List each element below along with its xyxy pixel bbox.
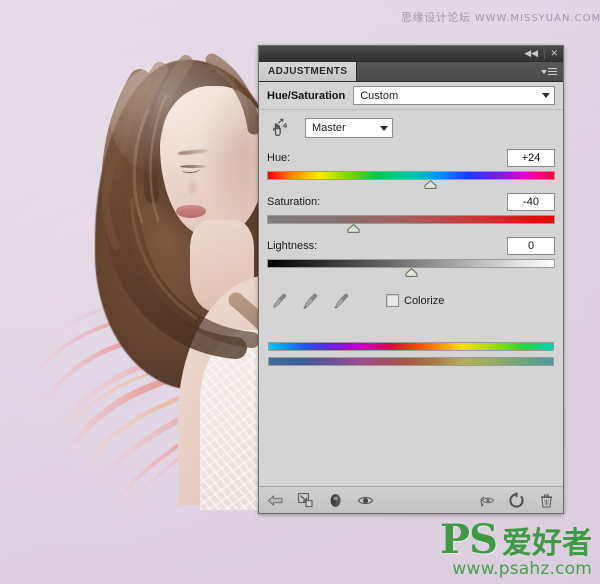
collapse-icon[interactable]: ◀◀ <box>524 49 538 58</box>
on-image-adjustment-tool-icon[interactable] <box>269 118 289 138</box>
spectrum-bars <box>268 342 554 366</box>
eye-arrow-icon[interactable] <box>478 492 495 509</box>
slider-saturation-thumb[interactable] <box>347 224 360 233</box>
watermark-cn-text: 思缘设计论坛 <box>401 11 471 24</box>
panel-footer <box>259 486 563 513</box>
chevron-down-icon <box>542 93 550 98</box>
slider-saturation-head: Saturation: -40 <box>267 193 555 211</box>
titlebar-separator: | <box>543 48 546 59</box>
back-arrow-icon[interactable] <box>267 492 284 509</box>
eyedropper-subtract-icon[interactable] <box>333 292 350 309</box>
slider-lightness-head: Lightness: 0 <box>267 237 555 255</box>
hamburger-icon <box>548 67 557 76</box>
slider-hue-thumb[interactable] <box>424 180 437 189</box>
colorize-checkbox[interactable] <box>386 294 399 307</box>
channel-select[interactable]: Master <box>305 118 393 138</box>
tabbar-empty-area <box>357 62 563 81</box>
reset-circle-icon[interactable] <box>508 492 525 509</box>
chevron-down-icon <box>541 69 547 74</box>
slider-lightness-value[interactable]: 0 <box>507 237 555 255</box>
channel-select-value: Master <box>312 122 346 134</box>
slider-lightness: Lightness: 0 <box>267 237 555 277</box>
site-logo-bottom: PS 爱好者 www.psahz.com <box>440 520 592 578</box>
panel-menu-icon[interactable] <box>541 67 557 76</box>
slider-hue-label: Hue: <box>267 152 291 164</box>
watermark-en-text: WWW.MISSYUAN.COM <box>474 13 600 24</box>
slider-saturation-track[interactable] <box>267 215 555 224</box>
eyedropper-sample-icon[interactable] <box>271 292 288 309</box>
slider-hue: Hue: +24 <box>267 149 555 189</box>
panel-footer-left <box>267 492 374 509</box>
slider-lightness-track[interactable] <box>267 259 555 268</box>
adjustments-panel: ◀◀ | ✕ ADJUSTMENTS Hue/Saturation Custom <box>258 45 564 514</box>
logo-url-text: www.psahz.com <box>452 559 592 579</box>
slider-hue-track-wrap[interactable] <box>267 171 555 189</box>
trash-icon[interactable] <box>538 492 555 509</box>
tab-adjustments-label: ADJUSTMENTS <box>268 66 348 77</box>
logo-line: PS 爱好者 <box>440 520 592 560</box>
output-color-spectrum-bar <box>268 357 554 366</box>
slider-saturation-value[interactable]: -40 <box>507 193 555 211</box>
adjustment-name-label: Hue/Saturation <box>267 89 346 102</box>
tool-row: Master <box>267 110 555 144</box>
logo-cn-text: 爱好者 <box>502 526 592 561</box>
preset-select[interactable]: Custom <box>353 86 555 105</box>
slider-lightness-label: Lightness: <box>267 240 318 252</box>
input-color-spectrum-bar <box>268 342 554 351</box>
slider-saturation-track-wrap[interactable] <box>267 215 555 233</box>
panel-titlebar: ◀◀ | ✕ <box>259 46 563 62</box>
clip-to-layer-icon[interactable] <box>297 492 314 509</box>
slider-lightness-track-wrap[interactable] <box>267 259 555 277</box>
slider-hue-track[interactable] <box>267 171 555 180</box>
colorize-label: Colorize <box>404 294 445 307</box>
slider-hue-head: Hue: +24 <box>267 149 555 167</box>
panel-body: Hue/Saturation Custom Master Hue: +24 Sa… <box>259 82 563 309</box>
slider-hue-value[interactable]: +24 <box>507 149 555 167</box>
half-circle-icon[interactable] <box>327 492 344 509</box>
panel-footer-right <box>478 492 555 509</box>
eyedropper-add-icon[interactable] <box>302 292 319 309</box>
eyedropper-row: Colorize <box>267 292 555 309</box>
slider-saturation: Saturation: -40 <box>267 193 555 233</box>
slider-lightness-thumb[interactable] <box>405 268 418 277</box>
slider-saturation-label: Saturation: <box>267 196 321 208</box>
tab-adjustments[interactable]: ADJUSTMENTS <box>259 62 358 81</box>
logo-ps-text: PS <box>440 516 498 563</box>
chevron-down-icon <box>380 125 388 131</box>
eye-icon[interactable] <box>357 492 374 509</box>
preset-select-value: Custom <box>360 89 399 102</box>
site-watermark-top: 思缘设计论坛 WWW.MISSYUAN.COM <box>401 9 600 25</box>
preset-row: Hue/Saturation Custom <box>259 82 563 110</box>
panel-tabbar: ADJUSTMENTS <box>259 62 563 82</box>
colorize-control[interactable]: Colorize <box>386 294 444 307</box>
close-icon[interactable]: ✕ <box>550 49 558 58</box>
